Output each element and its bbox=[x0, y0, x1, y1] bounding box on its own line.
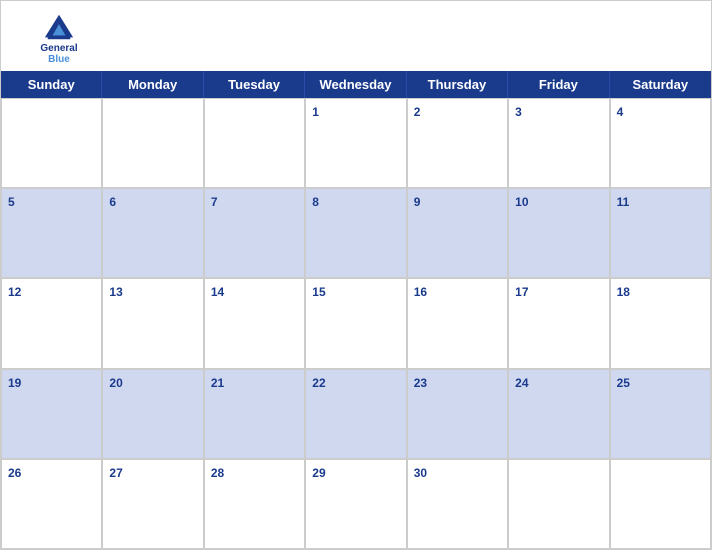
calendar-week-2: 12 13 14 15 16 17 18 bbox=[1, 278, 711, 368]
calendar-cell: 18 bbox=[610, 278, 711, 368]
calendar-cell bbox=[102, 98, 203, 188]
date-number: 17 bbox=[515, 285, 528, 299]
date-number: 3 bbox=[515, 105, 522, 119]
date-number: 22 bbox=[312, 376, 325, 390]
date-number: 19 bbox=[8, 376, 21, 390]
calendar-cell: 28 bbox=[204, 459, 305, 549]
date-number: 25 bbox=[617, 376, 630, 390]
calendar-week-0: 1 2 3 4 bbox=[1, 98, 711, 188]
calendar-cell: 22 bbox=[305, 369, 406, 459]
date-number: 5 bbox=[8, 195, 15, 209]
calendar-cell: 7 bbox=[204, 188, 305, 278]
calendar-cell: 20 bbox=[102, 369, 203, 459]
date-number: 11 bbox=[617, 195, 630, 209]
calendar-cell: 9 bbox=[407, 188, 508, 278]
day-header-sunday: Sunday bbox=[1, 71, 102, 98]
date-number: 12 bbox=[8, 285, 21, 299]
day-header-monday: Monday bbox=[102, 71, 203, 98]
date-number: 10 bbox=[515, 195, 528, 209]
calendar-cell bbox=[1, 98, 102, 188]
calendar-cell: 26 bbox=[1, 459, 102, 549]
date-number: 27 bbox=[109, 466, 122, 480]
date-number: 18 bbox=[617, 285, 630, 299]
calendar-cell bbox=[610, 459, 711, 549]
calendar-cell bbox=[204, 98, 305, 188]
calendar-grid: 1234567891011121314151617181920212223242… bbox=[1, 98, 711, 549]
calendar-cell: 12 bbox=[1, 278, 102, 368]
day-header-tuesday: Tuesday bbox=[204, 71, 305, 98]
calendar-cell: 29 bbox=[305, 459, 406, 549]
logo: GeneralBlue bbox=[19, 11, 99, 65]
date-number: 15 bbox=[312, 285, 325, 299]
date-number: 2 bbox=[414, 105, 421, 119]
date-number: 13 bbox=[109, 285, 122, 299]
calendar-cell: 2 bbox=[407, 98, 508, 188]
day-header-thursday: Thursday bbox=[407, 71, 508, 98]
date-number: 1 bbox=[312, 105, 319, 119]
calendar-cell: 8 bbox=[305, 188, 406, 278]
calendar-week-3: 19 20 21 22 23 24 25 bbox=[1, 369, 711, 459]
day-header-saturday: Saturday bbox=[610, 71, 711, 98]
calendar-cell: 13 bbox=[102, 278, 203, 368]
days-header: SundayMondayTuesdayWednesdayThursdayFrid… bbox=[1, 71, 711, 98]
calendar-cell: 3 bbox=[508, 98, 609, 188]
date-number: 14 bbox=[211, 285, 224, 299]
calendar-cell: 19 bbox=[1, 369, 102, 459]
date-number: 4 bbox=[617, 105, 624, 119]
day-header-wednesday: Wednesday bbox=[305, 71, 406, 98]
calendar-week-1: 5 6 7 8 9 10 11 bbox=[1, 188, 711, 278]
date-number: 29 bbox=[312, 466, 325, 480]
calendar: GeneralBlue SundayMondayTuesdayWednesday… bbox=[0, 0, 712, 550]
calendar-cell: 25 bbox=[610, 369, 711, 459]
calendar-cell: 4 bbox=[610, 98, 711, 188]
date-number: 7 bbox=[211, 195, 218, 209]
calendar-header: GeneralBlue bbox=[1, 1, 711, 71]
day-header-friday: Friday bbox=[508, 71, 609, 98]
calendar-cell: 30 bbox=[407, 459, 508, 549]
calendar-cell: 24 bbox=[508, 369, 609, 459]
calendar-cell: 10 bbox=[508, 188, 609, 278]
date-number: 6 bbox=[109, 195, 116, 209]
date-number: 26 bbox=[8, 466, 21, 480]
date-number: 21 bbox=[211, 376, 224, 390]
logo-icon bbox=[40, 11, 78, 43]
calendar-cell: 16 bbox=[407, 278, 508, 368]
calendar-cell: 23 bbox=[407, 369, 508, 459]
calendar-cell: 1 bbox=[305, 98, 406, 188]
date-number: 9 bbox=[414, 195, 421, 209]
calendar-week-4: 26 27 28 29 30 bbox=[1, 459, 711, 549]
calendar-cell: 17 bbox=[508, 278, 609, 368]
calendar-cell: 14 bbox=[204, 278, 305, 368]
calendar-cell: 27 bbox=[102, 459, 203, 549]
date-number: 23 bbox=[414, 376, 427, 390]
calendar-cell: 5 bbox=[1, 188, 102, 278]
calendar-cell: 15 bbox=[305, 278, 406, 368]
date-number: 30 bbox=[414, 466, 427, 480]
calendar-cell: 21 bbox=[204, 369, 305, 459]
date-number: 20 bbox=[109, 376, 122, 390]
calendar-cell: 11 bbox=[610, 188, 711, 278]
calendar-cell: 6 bbox=[102, 188, 203, 278]
logo-text: GeneralBlue bbox=[40, 43, 77, 65]
date-number: 8 bbox=[312, 195, 319, 209]
calendar-cell bbox=[508, 459, 609, 549]
date-number: 16 bbox=[414, 285, 427, 299]
date-number: 24 bbox=[515, 376, 528, 390]
date-number: 28 bbox=[211, 466, 224, 480]
